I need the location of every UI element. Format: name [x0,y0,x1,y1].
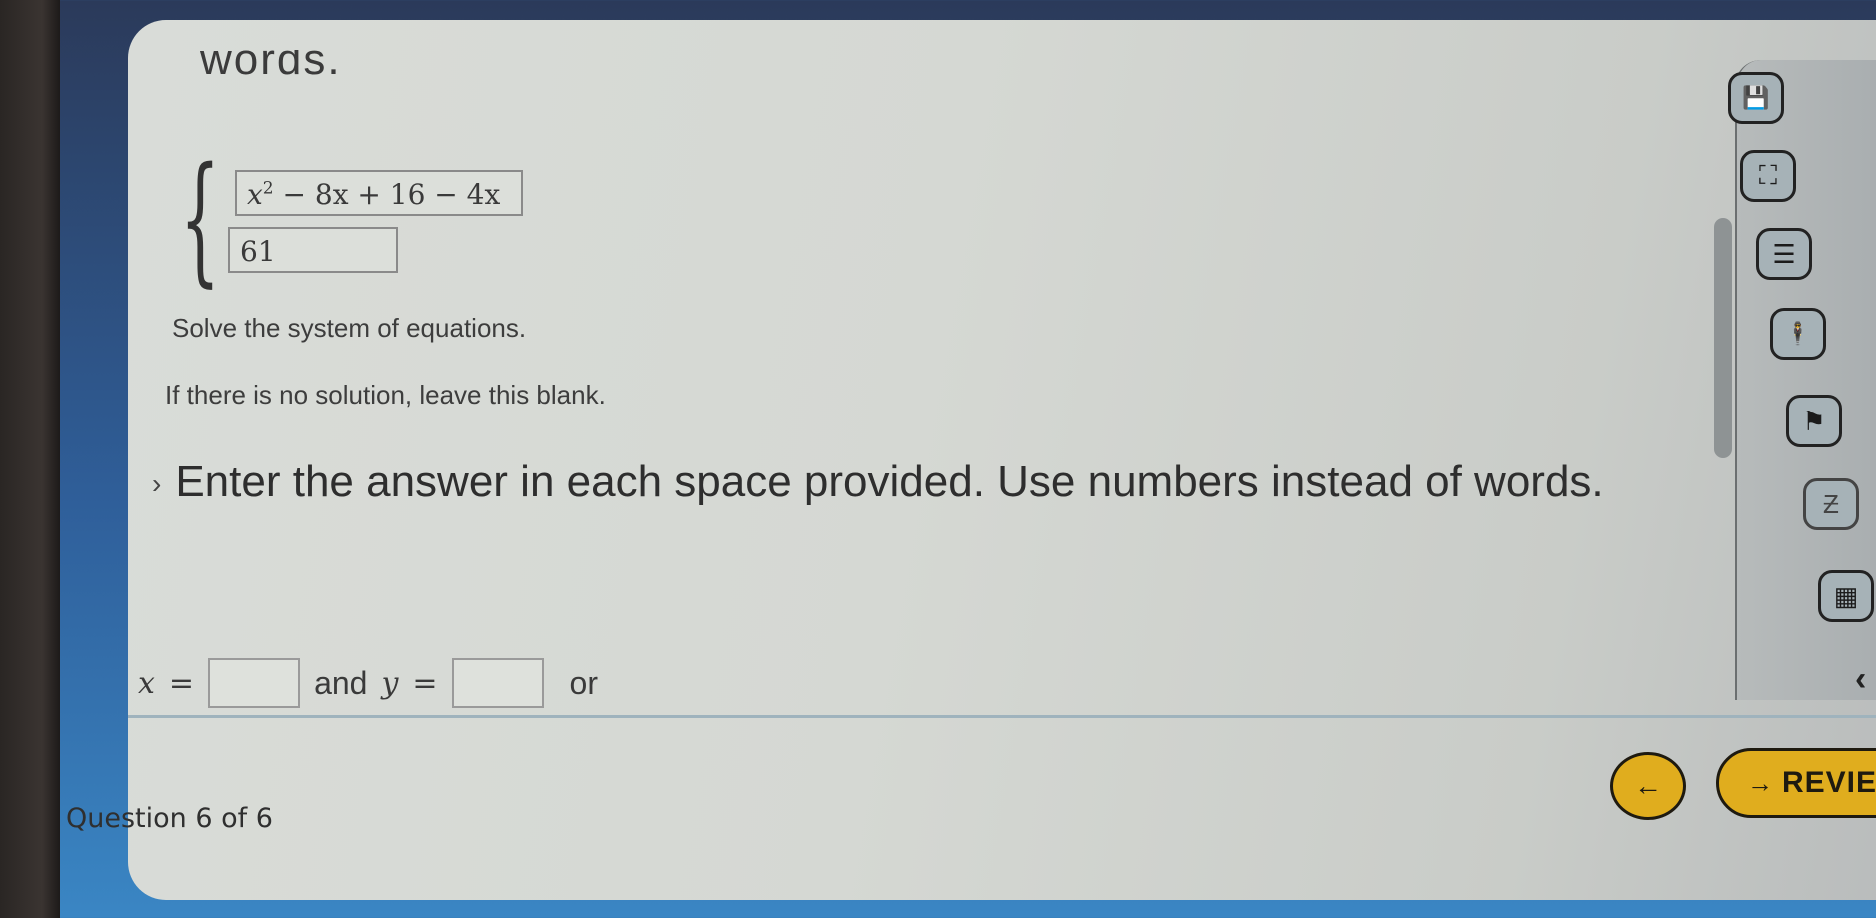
scrollbar[interactable] [1714,218,1732,458]
equation-1-base: x [247,178,263,211]
y-answer-input[interactable] [451,658,544,708]
accessibility-button[interactable]: 🕴 [1770,308,1826,360]
no-solution-note: If there is no solution, leave this blan… [165,380,606,410]
review-label: REVIEW [1782,766,1876,799]
answer-row: x = and y = or [138,658,612,708]
text-off-icon: Ƶ [1823,488,1839,519]
equation-2: 61 [228,227,398,273]
save-button[interactable]: 💾 [1728,72,1784,124]
equals-sign: = [168,665,195,701]
question-progress: Question 6 of 6 [66,803,273,834]
calculator-icon: ▦ [1833,580,1859,611]
x-answer-input[interactable] [208,658,301,708]
or-label: or [569,664,598,701]
review-button[interactable]: → REVIEW [1716,748,1876,818]
flag-button[interactable]: ⚑ [1786,395,1842,447]
instruction-text: › Enter the answer in each space provided… [152,450,1722,516]
flag-icon: ⚑ [1802,405,1826,436]
instruction-label: Enter the answer in each space provided.… [175,457,1604,506]
equals-sign: = [412,665,438,701]
save-icon: 💾 [1742,85,1770,110]
screen-bezel [0,0,60,918]
arrow-right-icon: → [1747,767,1774,798]
fullscreen-icon: ⛶ [1758,160,1778,190]
and-label: and [314,664,368,701]
y-variable: y [381,665,399,701]
calculator-button[interactable]: ▦ [1818,570,1874,622]
back-button[interactable]: ← [1610,752,1686,820]
question-prompt: Solve the system of equations. [172,313,527,343]
equation-1-rest: − 8x + 16 − 4x [273,178,501,211]
equation-1-exponent: 2 [262,178,274,199]
system-brace: { [180,138,221,301]
accessibility-icon: 🕴 [1784,321,1812,346]
question-list-button[interactable]: ☰ [1756,228,1812,280]
fullscreen-button[interactable]: ⛶ [1740,150,1796,202]
x-variable: x [138,665,155,701]
list-icon: ☰ [1772,238,1796,269]
arrow-left-icon: ← [1634,770,1662,801]
chevron-right-icon: › [152,468,162,500]
collapse-sidebar-icon[interactable]: ‹ [1855,660,1866,699]
text-toggle-button[interactable]: Ƶ [1803,478,1859,530]
cut-off-text: words. [200,50,342,84]
footer-divider [128,715,1876,718]
equation-1: x2 − 8x + 16 − 4x [235,170,523,216]
